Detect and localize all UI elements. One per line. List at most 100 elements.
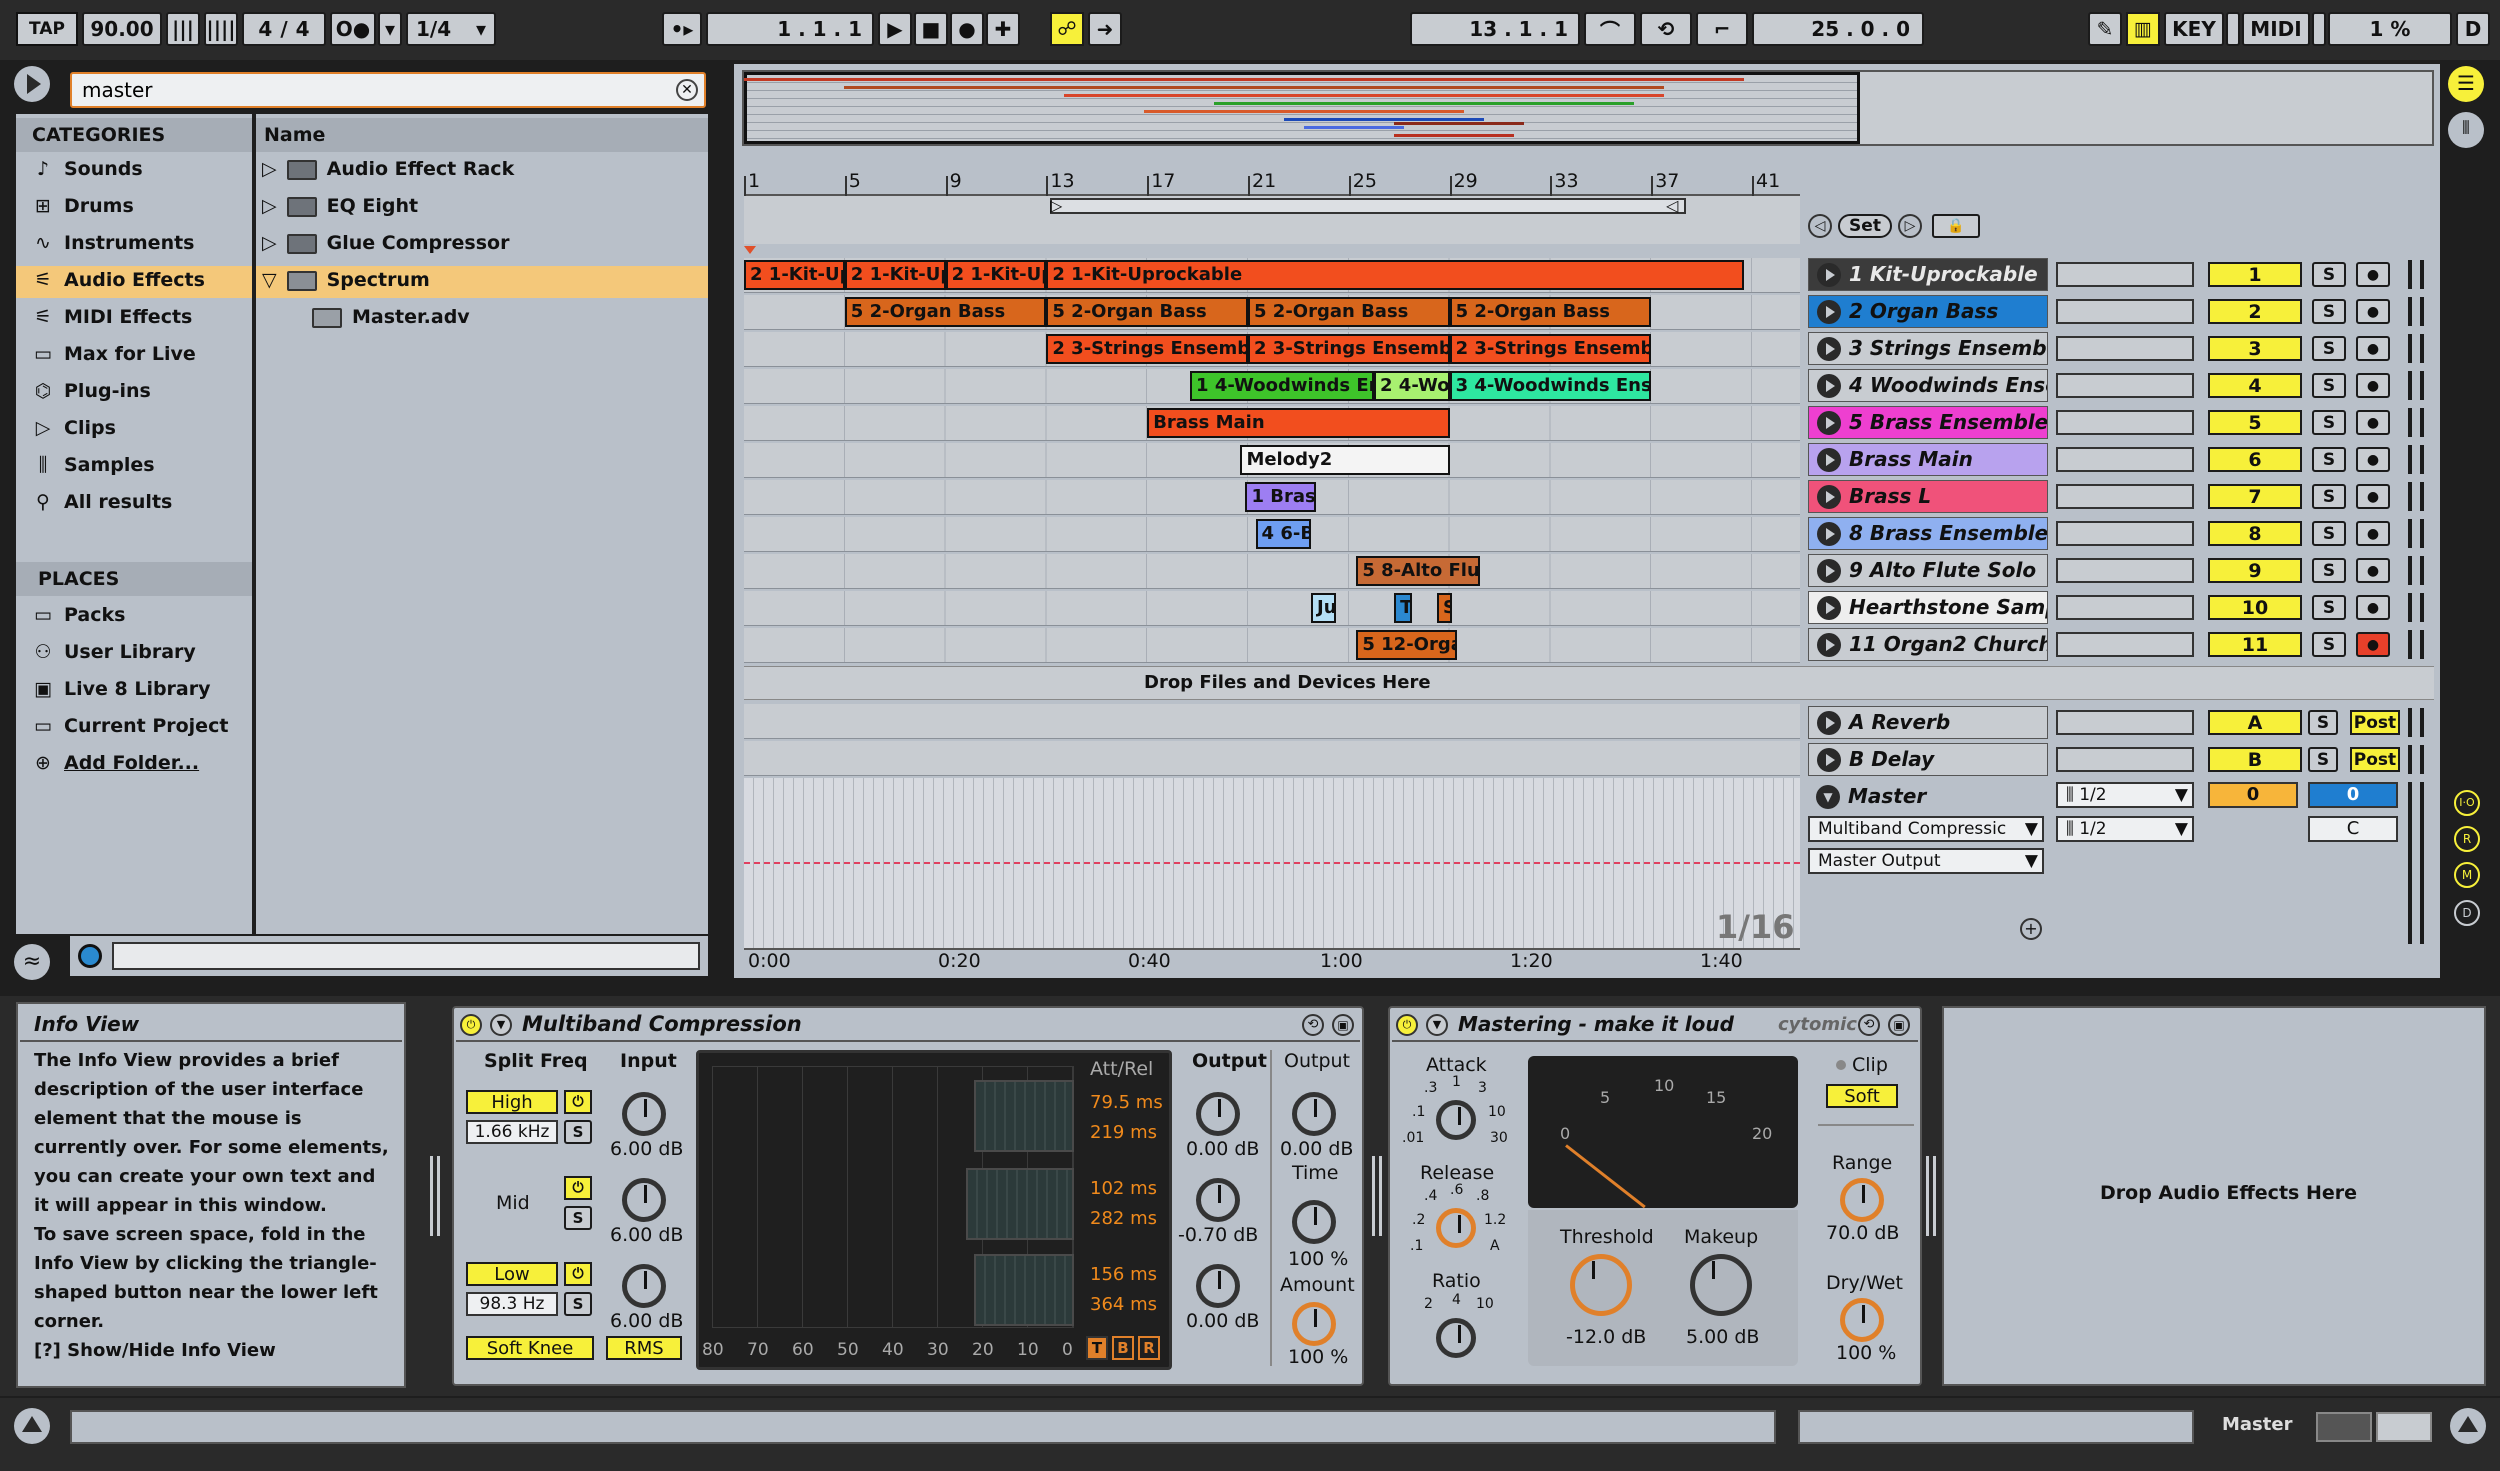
track-header[interactable]: 1 Kit-Uprockable <box>1808 258 2048 291</box>
key-map-button[interactable]: KEY <box>2164 12 2224 46</box>
browser-item-spectrum[interactable]: ▽ Spectrum <box>262 269 430 291</box>
groove-pool-button[interactable]: ≈ <box>14 944 50 980</box>
track-activator-button[interactable]: 2 <box>2208 299 2302 324</box>
track-header[interactable]: 4 Woodwinds Ense <box>1808 369 2048 402</box>
track-header[interactable]: 9 Alto Flute Solo <box>1808 554 2048 587</box>
return-track-header[interactable]: B Delay <box>1808 743 2048 776</box>
track-solo-button[interactable]: S <box>2312 299 2346 324</box>
play-icon[interactable] <box>1817 748 1841 772</box>
play-icon[interactable] <box>1817 337 1841 361</box>
play-icon[interactable] <box>1817 263 1841 287</box>
next-locator-button[interactable]: ▷ <box>1898 214 1922 238</box>
master-pan-field[interactable]: C <box>2308 816 2398 842</box>
track-volume-slider[interactable] <box>2056 336 2194 361</box>
track-arm-button[interactable]: ● <box>2356 336 2390 361</box>
clear-search-icon[interactable]: ✕ <box>676 79 698 101</box>
arrangement-menu-button[interactable]: ☰ <box>2448 66 2484 102</box>
track-volume-slider[interactable] <box>2056 484 2194 509</box>
info-view-footer[interactable]: [?] Show/Hide Info View <box>34 1340 276 1361</box>
return-track-header[interactable]: A Reverb <box>1808 706 2048 739</box>
high-solo-button[interactable]: S <box>564 1120 592 1144</box>
time-ruler[interactable] <box>744 948 1800 976</box>
track-solo-button[interactable]: S <box>2312 447 2346 472</box>
play-icon[interactable] <box>1817 411 1841 435</box>
play-icon[interactable] <box>1817 300 1841 324</box>
returns-toggle-button[interactable]: R <box>2454 826 2480 852</box>
device-resize-handle-2[interactable] <box>1372 1156 1382 1236</box>
high-band-activator[interactable]: ⏻ <box>564 1090 592 1114</box>
track-activator-button[interactable]: 6 <box>2208 447 2302 472</box>
high-band-button[interactable]: High <box>466 1090 558 1114</box>
arrangement-clip[interactable]: 5 2-Organ Bass <box>1449 297 1652 327</box>
low-freq-field[interactable]: 98.3 Hz <box>466 1292 558 1316</box>
track-header[interactable]: 11 Organ2 Church <box>1808 628 2048 661</box>
track-lane[interactable] <box>744 591 1800 626</box>
browser-item-audio-effect-rack[interactable]: ▷ Audio Effect Rack <box>262 158 514 180</box>
track-solo-button[interactable]: S <box>2312 521 2346 546</box>
input-high-knob[interactable] <box>622 1092 666 1136</box>
track-arm-button[interactable]: ● <box>2356 558 2390 583</box>
track-lane[interactable] <box>744 628 1800 663</box>
track-solo-button[interactable]: S <box>2312 336 2346 361</box>
glue-hot-swap-button[interactable]: ⟲ <box>1858 1014 1880 1036</box>
glue-save-button[interactable]: ▣ <box>1888 1014 1910 1036</box>
track-volume-slider[interactable] <box>2056 558 2194 583</box>
category-midi-effects[interactable]: ⚟ MIDI Effects <box>32 306 192 328</box>
place-add-folder[interactable]: ⊕ Add Folder... <box>32 752 199 774</box>
master-volume-field[interactable]: 0 <box>2208 782 2298 808</box>
arrangement-clip[interactable]: 2 1-Kit-Uprockable <box>1046 260 1745 290</box>
search-input[interactable] <box>82 76 642 104</box>
status-master-label[interactable]: Master <box>2222 1414 2292 1435</box>
ratio-display-button[interactable]: R <box>1138 1336 1160 1360</box>
arrangement-clip[interactable]: 2 3-Strings Ensemble <box>1449 334 1652 364</box>
master-device-select[interactable]: Multiband Compressic ▼ <box>1808 816 2044 842</box>
follow-button[interactable]: •▸ <box>662 12 702 46</box>
record-button[interactable]: ● <box>950 12 984 46</box>
return-lane[interactable] <box>744 741 1800 776</box>
arrangement-clip[interactable]: 2 1-Kit-Uprockable <box>945 260 1047 290</box>
before-button[interactable]: B <box>1112 1336 1134 1360</box>
arrangement-clip[interactable]: 4 6-Brass <box>1255 519 1311 549</box>
midi-map-button[interactable]: MIDI <box>2242 12 2310 46</box>
detail-view-toggle[interactable] <box>2450 1408 2486 1444</box>
return-post-button[interactable]: Post <box>2350 747 2400 772</box>
att-high-value[interactable]: 79.5 ms <box>1090 1092 1163 1113</box>
track-solo-button[interactable]: S <box>2312 484 2346 509</box>
place-live-library[interactable]: ▣ Live 8 Library <box>32 678 211 700</box>
play-icon[interactable] <box>1817 448 1841 472</box>
loop-start-field[interactable]: 13 . 1 . 1 <box>1410 12 1580 46</box>
thresholds-button[interactable]: T <box>1086 1336 1108 1360</box>
track-lane[interactable] <box>744 554 1800 589</box>
play-icon[interactable] <box>1817 374 1841 398</box>
play-icon[interactable] <box>1817 596 1841 620</box>
arrangement-clip[interactable]: T <box>1394 593 1412 623</box>
ratio-knob[interactable] <box>1436 1318 1476 1358</box>
mid-band-activator[interactable]: ⏻ <box>564 1176 592 1200</box>
track-volume-slider[interactable] <box>2056 410 2194 435</box>
category-clips[interactable]: ▷ Clips <box>32 417 116 439</box>
lock-envelopes-button[interactable]: 🔒 <box>1932 214 1980 238</box>
track-volume-slider[interactable] <box>2056 447 2194 472</box>
delay-toggle-button[interactable]: D <box>2454 900 2480 926</box>
low-solo-button[interactable]: S <box>564 1292 592 1316</box>
track-arm-button[interactable]: ● <box>2356 447 2390 472</box>
mixer-toggle-small-button[interactable]: M <box>2454 862 2480 888</box>
high-freq-field[interactable]: 1.66 kHz <box>466 1120 558 1144</box>
track-header[interactable]: 8 Brass Ensemble <box>1808 517 2048 550</box>
low-band-button[interactable]: Low <box>466 1262 558 1286</box>
browser-item-master-adv[interactable]: Master.adv <box>312 306 470 328</box>
device-hot-swap-button[interactable]: ⟲ <box>1302 1014 1324 1036</box>
arrangement-clip[interactable]: 2 3-Strings Ensemble <box>1248 334 1450 364</box>
return-activator-button[interactable]: B <box>2208 747 2302 772</box>
arrangement-clip[interactable]: 5 2-Organ Bass <box>1046 297 1248 327</box>
input-mid-knob[interactable] <box>622 1178 666 1222</box>
loop-start-marker[interactable]: ▷ <box>1050 196 1062 215</box>
arrangement-clip[interactable]: 5 2-Organ Bass <box>1248 297 1450 327</box>
clip-view-thumb[interactable] <box>2376 1412 2432 1442</box>
att-low-value[interactable]: 156 ms <box>1090 1264 1157 1285</box>
track-arm-button[interactable]: ● <box>2356 595 2390 620</box>
track-volume-slider[interactable] <box>2056 595 2194 620</box>
category-plugins[interactable]: ⌬ Plug-ins <box>32 380 151 402</box>
track-solo-button[interactable]: S <box>2312 373 2346 398</box>
output-high-knob[interactable] <box>1196 1092 1240 1136</box>
